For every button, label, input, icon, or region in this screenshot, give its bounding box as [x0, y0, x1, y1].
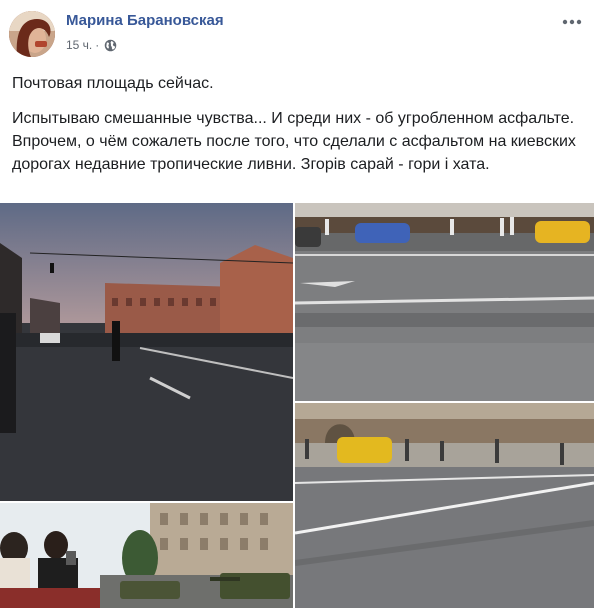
- photo-grid: [0, 203, 594, 608]
- author-name[interactable]: Марина Барановская: [66, 12, 224, 29]
- photo-evening-square[interactable]: [0, 203, 293, 501]
- photo-road-cars[interactable]: [295, 203, 594, 401]
- post-header: Марина Барановская 15 ч. ·: [0, 0, 594, 64]
- photo-people-tanks[interactable]: [0, 503, 293, 608]
- more-icon[interactable]: [560, 12, 584, 32]
- globe-icon[interactable]: [104, 39, 117, 52]
- post-paragraph: Испытываю смешанные чувства... И среди н…: [12, 110, 576, 173]
- post-paragraph: Почтовая площадь сейчас.: [12, 75, 214, 92]
- post-meta: 15 ч. ·: [66, 38, 117, 52]
- post-time[interactable]: 15 ч.: [66, 38, 92, 52]
- meta-separator: ·: [95, 38, 100, 52]
- author-avatar[interactable]: [9, 11, 55, 57]
- photo-road-taxi[interactable]: [295, 403, 594, 608]
- post-text: Почтовая площадь сейчас. Испытываю смеша…: [12, 72, 582, 188]
